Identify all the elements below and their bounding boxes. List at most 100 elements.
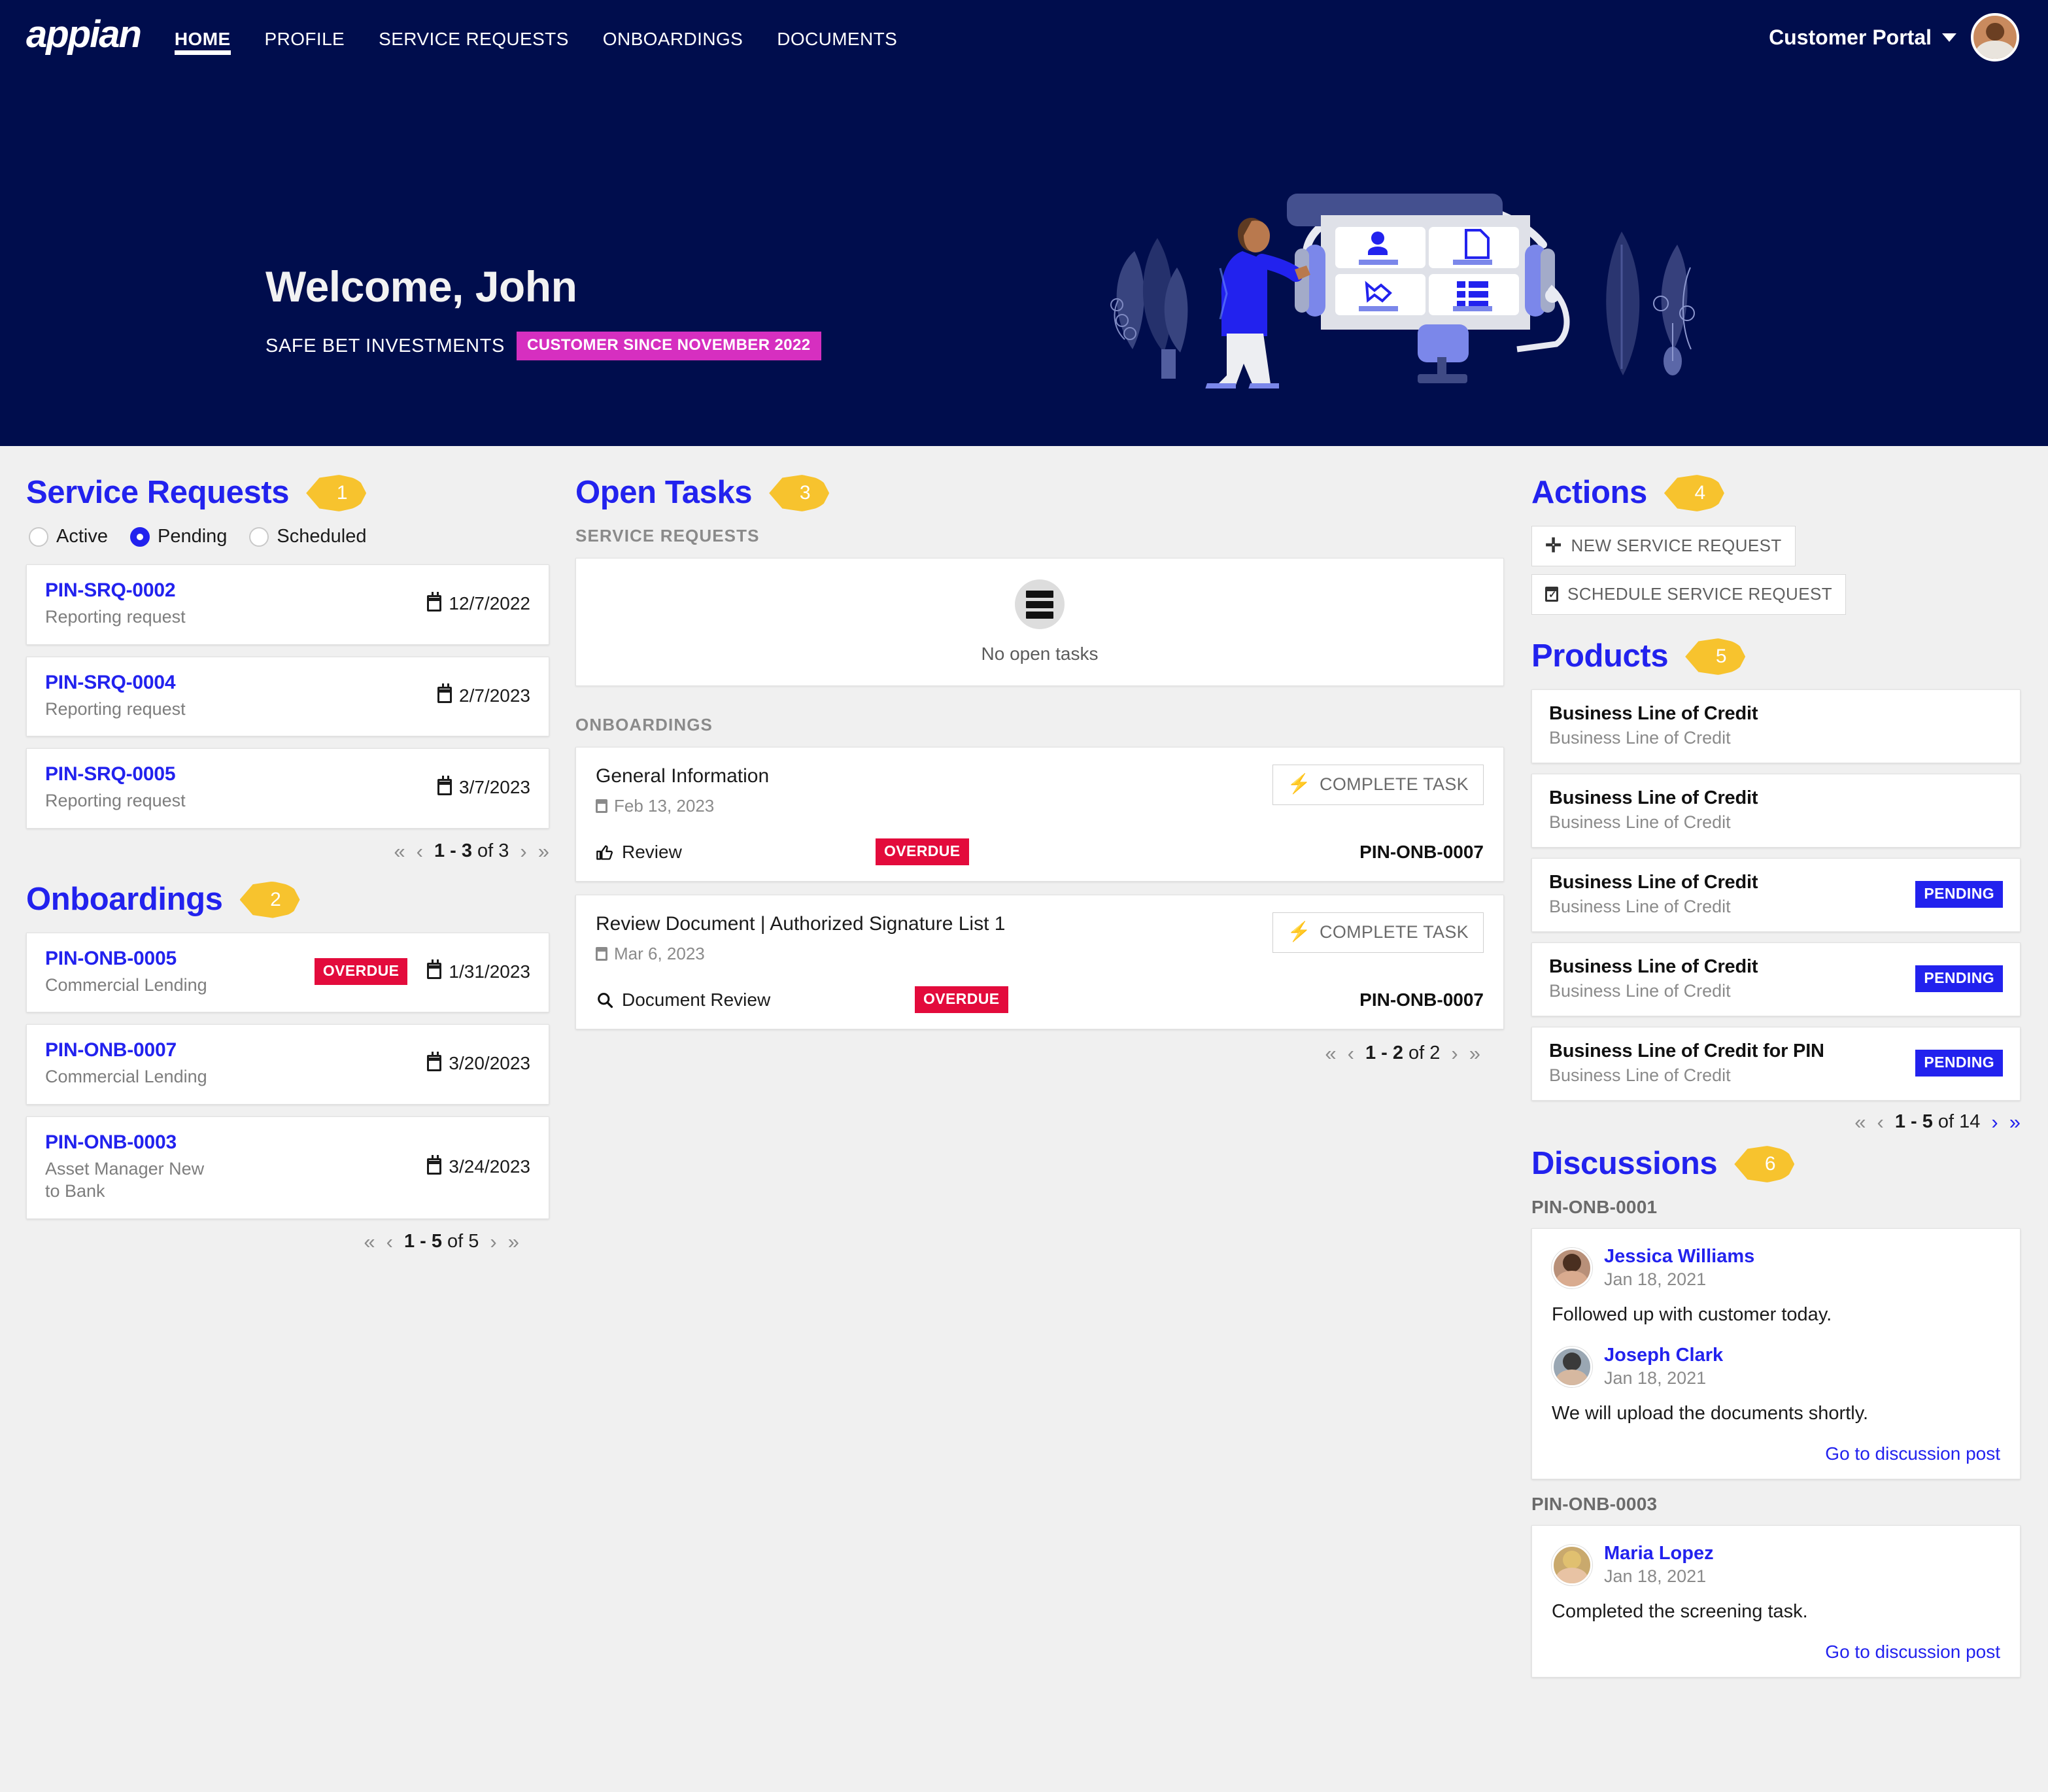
onboarding-row[interactable]: PIN-ONB-0007 Commercial Lending 3/20/202… xyxy=(26,1024,549,1105)
next-page-button[interactable]: › xyxy=(1991,1112,1998,1132)
task-name: Review Document | Authorized Signature L… xyxy=(596,913,1006,935)
task-date: Mar 6, 2023 xyxy=(596,944,1005,964)
service-request-type: Reporting request xyxy=(45,698,186,719)
task-date: Feb 13, 2023 xyxy=(596,796,769,816)
due-date: 2/7/2023 xyxy=(437,683,530,706)
discussion-body: We will upload the documents shortly. xyxy=(1552,1403,1869,1424)
service-request-row[interactable]: PIN-SRQ-0005 Reporting request 3/7/2023 xyxy=(26,748,549,829)
task-card[interactable]: Review Document | Authorized Signature L… xyxy=(575,895,1504,1029)
portal-switcher[interactable]: Customer Portal xyxy=(1769,26,1956,50)
prev-page-button[interactable]: ‹ xyxy=(1348,1043,1354,1063)
radio-scheduled[interactable]: Scheduled xyxy=(249,526,366,547)
nav-item-documents[interactable]: DOCUMENTS xyxy=(777,4,897,75)
plus-icon: ✛ xyxy=(1545,534,1562,557)
discussion-author[interactable]: Joseph Clark xyxy=(1604,1345,1723,1366)
hero-banner: Welcome, John SAFE BET INVESTMENTS CUSTO… xyxy=(0,75,2048,446)
onboarding-id[interactable]: PIN-ONB-0005 xyxy=(45,948,315,970)
next-page-button[interactable]: › xyxy=(1451,1043,1458,1063)
prev-page-button[interactable]: ‹ xyxy=(417,841,423,861)
next-page-button[interactable]: › xyxy=(520,841,526,861)
due-date-text: 3/24/2023 xyxy=(449,1156,530,1177)
hero-text: Welcome, John SAFE BET INVESTMENTS CUSTO… xyxy=(265,262,821,361)
task-date-text: Mar 6, 2023 xyxy=(614,944,705,963)
go-to-discussion-post-link[interactable]: Go to discussion post xyxy=(1552,1443,2000,1464)
appian-logo[interactable]: appian xyxy=(26,16,142,59)
next-page-button[interactable]: › xyxy=(490,1232,496,1252)
prev-page-button[interactable]: ‹ xyxy=(1877,1112,1884,1132)
last-page-button[interactable]: » xyxy=(2009,1112,2021,1132)
radio-label: Scheduled xyxy=(277,526,367,547)
product-row[interactable]: Business Line of Credit Business Line of… xyxy=(1531,689,2021,763)
products-header: Products 5 xyxy=(1531,638,2021,675)
onboarding-row[interactable]: PIN-ONB-0005 Commercial Lending OVERDUE … xyxy=(26,932,549,1013)
calendar-icon xyxy=(427,959,442,980)
due-date: 1/31/2023 xyxy=(427,959,530,982)
product-name: Business Line of Credit xyxy=(1549,787,1758,808)
discussion-author[interactable]: Maria Lopez xyxy=(1604,1543,1714,1564)
header-right: Customer Portal xyxy=(1769,13,2019,61)
complete-task-button[interactable]: ⚡ COMPLETE TASK xyxy=(1272,765,1484,805)
page-total-text: of 14 xyxy=(1932,1111,1981,1132)
product-name: Business Line of Credit for PIN xyxy=(1549,1041,1824,1061)
schedule-service-request-label: SCHEDULE SERVICE REQUEST xyxy=(1567,584,1832,604)
due-date-text: 3/7/2023 xyxy=(459,777,530,798)
onboarding-id[interactable]: PIN-ONB-0003 xyxy=(45,1131,427,1154)
task-type-text: Document Review xyxy=(622,989,771,1010)
avatar[interactable] xyxy=(1971,13,2019,61)
last-page-button[interactable]: » xyxy=(1469,1043,1480,1063)
status-badge: PENDING xyxy=(1915,965,2003,992)
onboarding-row[interactable]: PIN-ONB-0003 Asset Manager New to Bank 3… xyxy=(26,1116,549,1219)
product-row[interactable]: Business Line of Credit Business Line of… xyxy=(1531,774,2021,848)
discussion-card: Maria Lopez Jan 18, 2021 Completed the s… xyxy=(1531,1525,2021,1678)
first-page-button[interactable]: « xyxy=(1854,1112,1866,1132)
page-title: Welcome, John xyxy=(265,262,577,311)
discussion-author[interactable]: Jessica Williams xyxy=(1604,1246,1754,1267)
product-row[interactable]: Business Line of Credit for PIN Business… xyxy=(1531,1027,2021,1101)
complete-task-button[interactable]: ⚡ COMPLETE TASK xyxy=(1272,912,1484,953)
schedule-service-request-button[interactable]: SCHEDULE SERVICE REQUEST xyxy=(1531,574,1846,615)
first-page-button[interactable]: « xyxy=(364,1232,375,1252)
nav-item-profile[interactable]: PROFILE xyxy=(265,4,345,75)
nav-item-home[interactable]: HOME xyxy=(174,4,231,75)
task-type: Review xyxy=(596,842,857,863)
product-row[interactable]: Business Line of Credit Business Line of… xyxy=(1531,942,2021,1016)
service-request-id[interactable]: PIN-SRQ-0004 xyxy=(45,672,437,694)
service-requests-pager: « ‹ 1 - 3 of 3 › » xyxy=(26,840,549,862)
radio-active[interactable]: Active xyxy=(29,526,108,547)
last-page-button[interactable]: » xyxy=(508,1232,519,1252)
status-badge: PENDING xyxy=(1915,881,2003,908)
due-date: 12/7/2022 xyxy=(427,591,530,614)
calendar-icon xyxy=(596,947,607,961)
products-pager: « ‹ 1 - 5 of 14 › » xyxy=(1531,1111,2021,1133)
go-to-discussion-post-link[interactable]: Go to discussion post xyxy=(1552,1642,2000,1663)
new-service-request-button[interactable]: ✛ NEW SERVICE REQUEST xyxy=(1531,526,1796,566)
last-page-button[interactable]: » xyxy=(538,841,549,861)
main-content: Service Requests 1 Active Pending Schedu… xyxy=(0,446,2048,1692)
service-request-id[interactable]: PIN-SRQ-0005 xyxy=(45,763,437,785)
service-request-row[interactable]: PIN-SRQ-0002 Reporting request 12/7/2022 xyxy=(26,564,549,645)
product-row[interactable]: Business Line of Credit Business Line of… xyxy=(1531,858,2021,932)
nav-item-service-requests[interactable]: SERVICE REQUESTS xyxy=(379,4,569,75)
chevron-down-icon xyxy=(1942,33,1956,42)
first-page-button[interactable]: « xyxy=(1325,1043,1336,1063)
page-total-text: of 3 xyxy=(471,840,509,861)
onboarding-type: Asset Manager New to Bank xyxy=(45,1158,205,1201)
onboardings-header: Onboardings 2 xyxy=(26,881,549,918)
onboardings-title: Onboardings xyxy=(26,881,223,917)
radio-icon xyxy=(129,526,150,547)
page-range: 1 - 2 of 2 xyxy=(1365,1042,1440,1064)
open-tasks-empty-state: No open tasks xyxy=(575,558,1504,686)
due-date-text: 2/7/2023 xyxy=(459,685,530,706)
nav-item-onboardings[interactable]: ONBOARDINGS xyxy=(603,4,743,75)
discussion-post: Joseph Clark Jan 18, 2021 We will upload… xyxy=(1552,1345,2000,1426)
onboarding-id[interactable]: PIN-ONB-0007 xyxy=(45,1039,427,1061)
service-requests-filter: Active Pending Scheduled xyxy=(26,526,549,547)
first-page-button[interactable]: « xyxy=(394,841,405,861)
radio-pending[interactable]: Pending xyxy=(129,526,227,547)
prev-page-button[interactable]: ‹ xyxy=(386,1232,393,1252)
task-card[interactable]: General Information Feb 13, 2023 ⚡ COMPL… xyxy=(575,747,1504,882)
service-request-row[interactable]: PIN-SRQ-0004 Reporting request 2/7/2023 xyxy=(26,656,549,737)
service-request-id[interactable]: PIN-SRQ-0002 xyxy=(45,579,427,602)
discussion-post: Jessica Williams Jan 18, 2021 Followed u… xyxy=(1552,1246,2000,1328)
product-type: Business Line of Credit xyxy=(1549,1065,1731,1085)
